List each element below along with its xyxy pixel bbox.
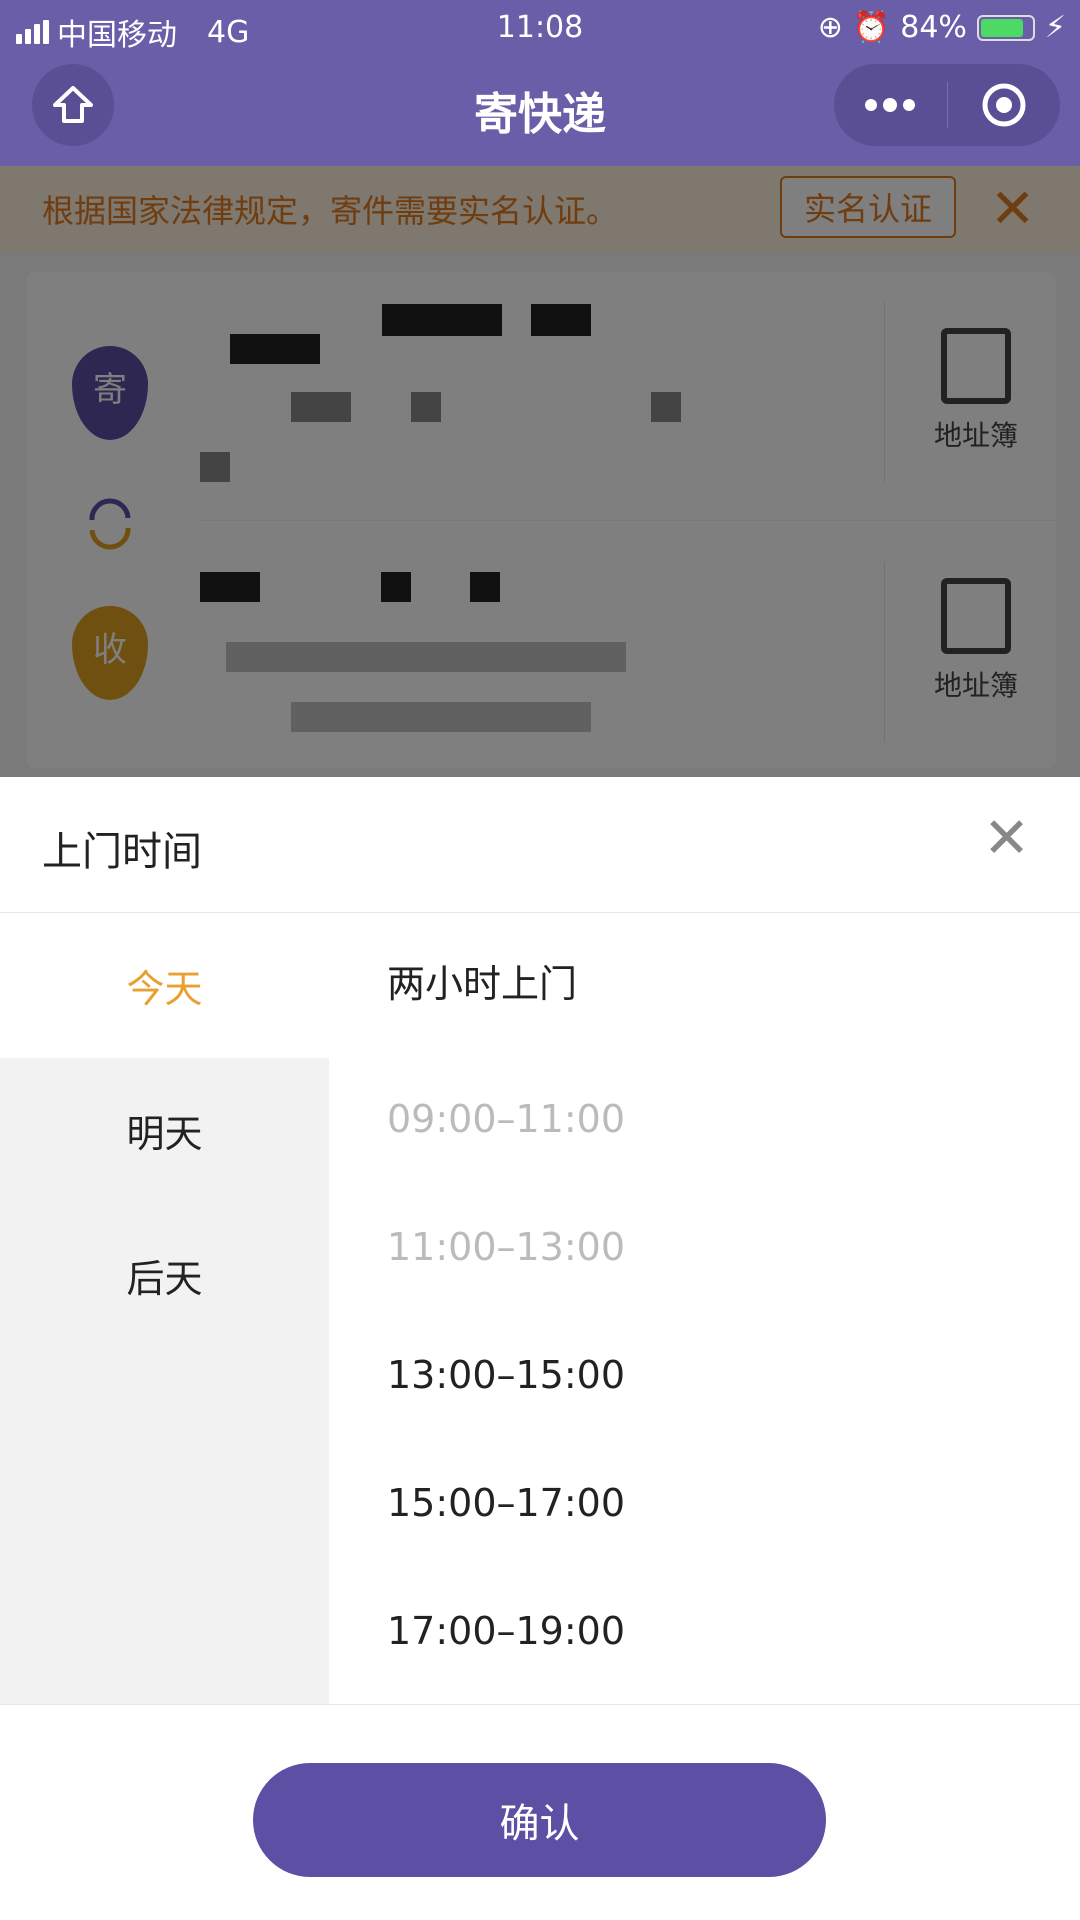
capsule-menu [834,64,1060,146]
battery-percent: 84% [900,10,967,45]
more-dots-icon [865,98,916,112]
day-tomorrow[interactable]: 明天 [0,1058,329,1203]
rotation-lock-icon: ⊕ [817,10,843,45]
slot-two-hours[interactable]: 两小时上门 [387,913,625,1055]
nav-bar: 寄快递 [0,56,1080,166]
close-icon[interactable]: ✕ [983,811,1030,867]
slot-1700[interactable]: 17:00–19:00 [387,1567,625,1695]
close-miniprogram-button[interactable] [948,64,1061,146]
more-button[interactable] [834,64,947,146]
slot-1100[interactable]: 11:00–13:00 [387,1183,625,1311]
battery-icon [976,14,1035,41]
target-circle-icon [982,83,1026,127]
day-list: 今天 明天 后天 [0,913,329,1704]
modal-overlay[interactable] [0,166,1080,777]
confirm-button[interactable]: 确认 [253,1763,826,1877]
alarm-icon: ⏰ [852,10,891,45]
sheet-title: 上门时间 [42,829,202,875]
charging-icon: ⚡ [1044,10,1066,45]
pickup-time-sheet: 上门时间 ✕ 今天 明天 后天 两小时上门 09:00–11:00 11:00–… [0,777,1080,1920]
slot-1300[interactable]: 13:00–15:00 [387,1311,625,1439]
day-after-tomorrow[interactable]: 后天 [0,1203,329,1348]
slot-list: 两小时上门 09:00–11:00 11:00–13:00 13:00–15:0… [387,913,625,1695]
day-today[interactable]: 今天 [0,913,329,1058]
status-bar: 中国移动 4G 11:08 ⊕ ⏰ 84% ⚡ [0,0,1080,56]
slot-1500[interactable]: 15:00–17:00 [387,1439,625,1567]
slot-0900[interactable]: 09:00–11:00 [387,1055,625,1183]
